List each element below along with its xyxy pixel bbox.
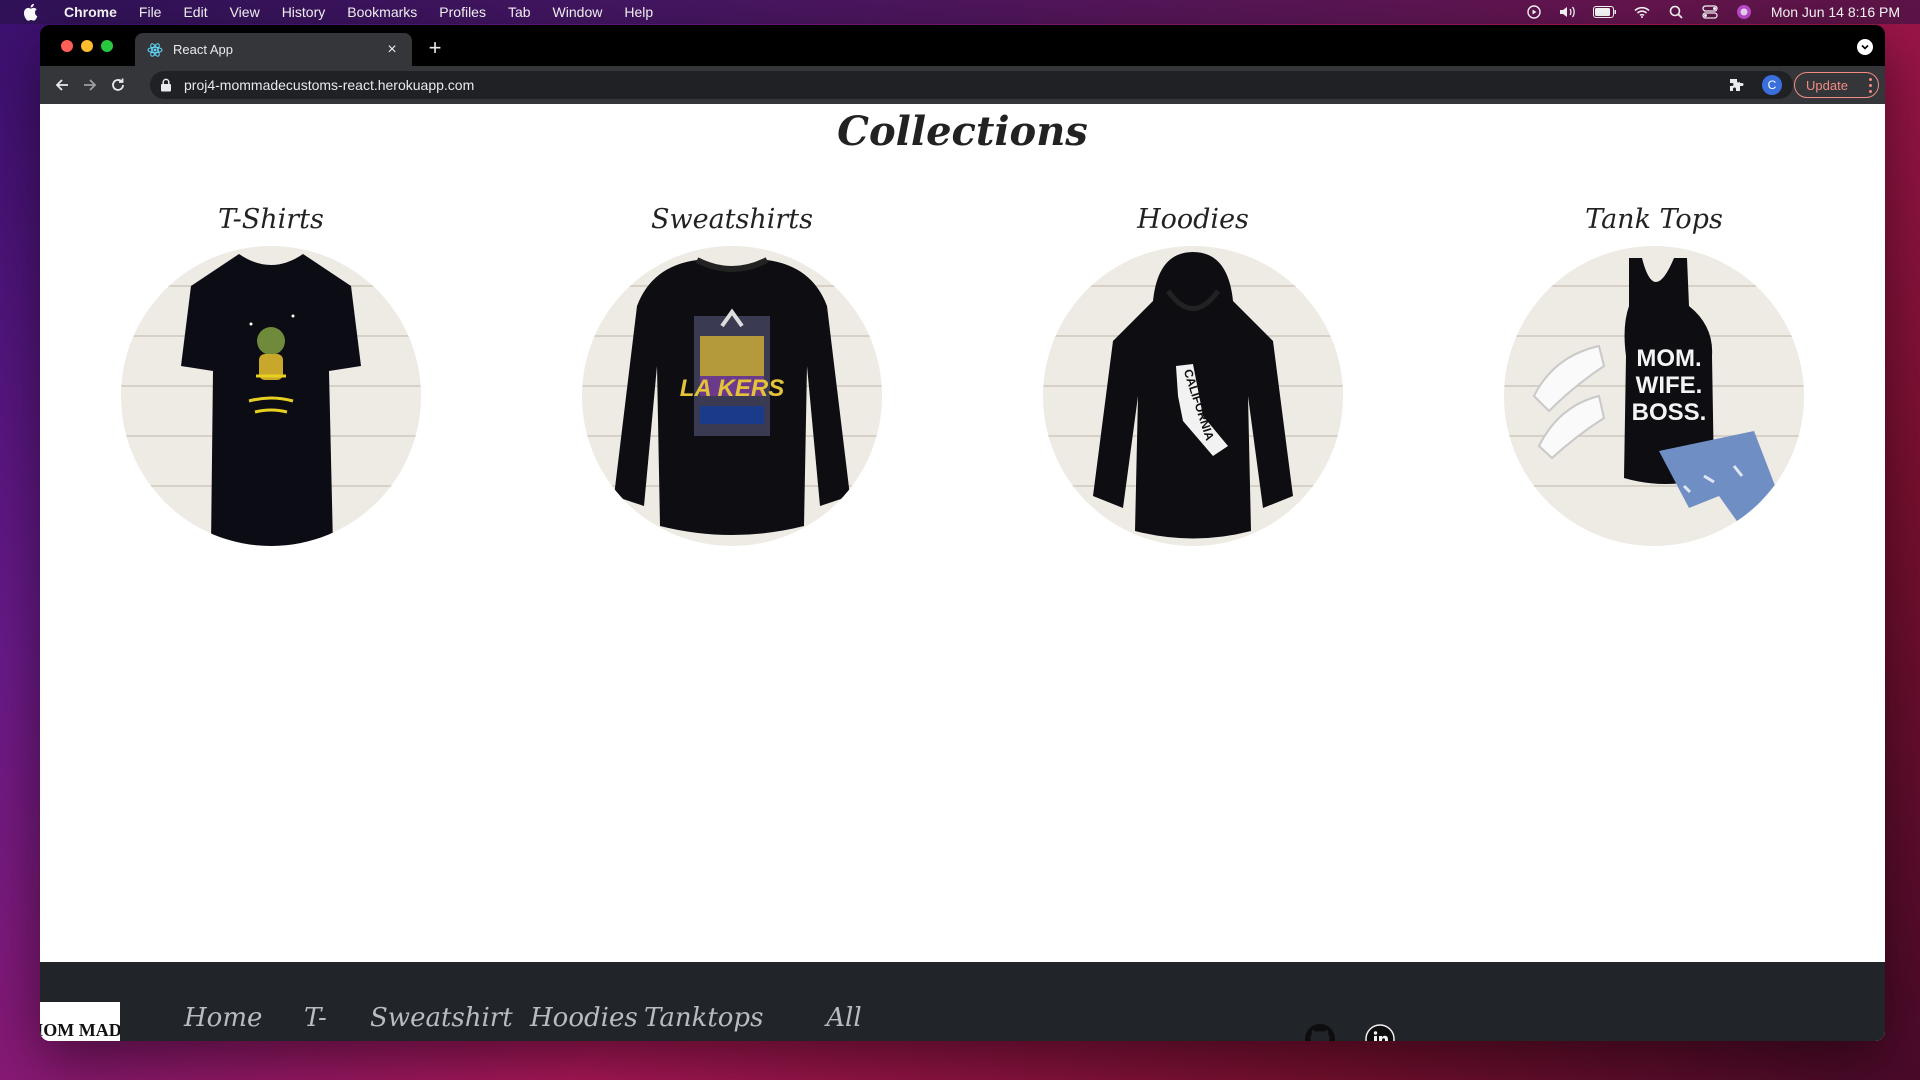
menu-bookmarks[interactable]: Bookmarks	[347, 4, 417, 20]
site-footer: MOM MADE Home T-Shirts Sweatshirts Hoodi…	[40, 962, 1885, 1041]
lock-icon[interactable]	[160, 78, 174, 92]
menu-app-name[interactable]: Chrome	[64, 4, 117, 20]
browser-toolbar: proj4-mommadecustoms-react.herokuapp.com…	[40, 66, 1885, 104]
mom-made-logo[interactable]: MOM MADE	[40, 1002, 120, 1041]
forward-arrow-icon[interactable]	[76, 71, 104, 99]
react-favicon-icon	[147, 42, 163, 58]
more-menu-icon[interactable]	[1868, 76, 1872, 94]
footer-link-sweatshirts[interactable]: Sweatshirts	[370, 996, 520, 1041]
collection-card-sweatshirts[interactable]: Sweatshirts LA KERS	[582, 204, 882, 546]
menu-edit[interactable]: Edit	[183, 4, 207, 20]
url-text[interactable]: proj4-mommadecustoms-react.herokuapp.com	[184, 77, 1763, 93]
collection-title[interactable]: Hoodies	[1043, 204, 1343, 244]
menu-clock[interactable]: Mon Jun 14 8:16 PM	[1771, 4, 1900, 20]
tab-search-icon[interactable]	[1857, 39, 1873, 55]
menu-profiles[interactable]: Profiles	[439, 4, 486, 20]
hoodie-image[interactable]: CALIFORNIA	[1043, 246, 1343, 546]
tab-strip: React App × +	[40, 25, 1885, 66]
battery-icon[interactable]	[1592, 4, 1617, 20]
footer-link-tshirts[interactable]: T-Shirts	[304, 996, 364, 1041]
footer-link-hoodies[interactable]: Hoodies	[530, 996, 640, 1040]
linkedin-icon[interactable]	[1365, 1024, 1395, 1041]
apple-icon[interactable]	[22, 3, 38, 21]
control-center-icon[interactable]	[1701, 4, 1719, 20]
github-icon[interactable]	[1305, 1024, 1335, 1041]
footer-link-home[interactable]: Home	[184, 996, 274, 1040]
address-bar[interactable]: proj4-mommadecustoms-react.herokuapp.com	[150, 71, 1793, 99]
wifi-icon[interactable]	[1633, 4, 1651, 20]
tab-react-app[interactable]: React App ×	[135, 33, 412, 66]
collection-card-hoodies[interactable]: Hoodies CALIFORNIA	[1043, 204, 1343, 546]
back-arrow-icon[interactable]	[48, 71, 76, 99]
tab-close-icon[interactable]: ×	[384, 41, 400, 58]
profile-avatar[interactable]: C	[1762, 75, 1782, 95]
update-label: Update	[1806, 77, 1848, 93]
play-circle-icon[interactable]	[1525, 4, 1543, 20]
browser-window: React App × + proj4-mommadecustoms-react…	[40, 25, 1885, 1041]
sweatshirt-image[interactable]: LA KERS	[582, 246, 882, 546]
tank-text-boss: BOSS.	[1632, 399, 1707, 426]
window-maximize-button[interactable]	[101, 40, 113, 52]
collection-card-tank-tops[interactable]: Tank Tops MOM. WIFE. BOSS.	[1504, 204, 1804, 546]
menu-window[interactable]: Window	[553, 4, 603, 20]
menu-help[interactable]: Help	[624, 4, 653, 20]
collection-card-tshirts[interactable]: T-Shirts	[121, 204, 421, 546]
menu-view[interactable]: View	[230, 4, 260, 20]
extensions-puzzle-icon[interactable]	[1728, 77, 1746, 95]
footer-nav: Home T-Shirts Sweatshirts Hoodies Tankto…	[140, 996, 904, 1041]
collection-title[interactable]: Tank Tops	[1504, 204, 1804, 244]
lakers-graphic-text: LA KERS	[680, 375, 784, 402]
collection-title[interactable]: Sweatshirts	[582, 204, 882, 244]
window-close-button[interactable]	[61, 40, 73, 52]
window-minimize-button[interactable]	[81, 40, 93, 52]
siri-icon[interactable]	[1735, 4, 1753, 20]
menu-tab[interactable]: Tab	[508, 4, 531, 20]
page-title: Collections	[837, 108, 1088, 155]
tank-top-image[interactable]: MOM. WIFE. BOSS.	[1504, 246, 1804, 546]
tshirt-image[interactable]	[121, 246, 421, 546]
page-viewport: Collections T-Shirts Sweatshirts LA KERS…	[40, 104, 1885, 1041]
footer-link-all-products[interactable]: All Products	[784, 996, 904, 1041]
footer-link-tanktops[interactable]: Tanktops	[644, 996, 774, 1040]
window-controls	[61, 40, 113, 52]
spotlight-search-icon[interactable]	[1667, 4, 1685, 20]
tank-text-mom: MOM.	[1636, 345, 1701, 372]
update-button[interactable]: Update	[1794, 72, 1879, 98]
menu-file[interactable]: File	[139, 4, 162, 20]
new-tab-button[interactable]: +	[423, 37, 447, 61]
reload-icon[interactable]	[104, 71, 132, 99]
volume-icon[interactable]	[1559, 4, 1577, 20]
tank-text-wife: WIFE.	[1636, 372, 1703, 399]
tab-title: React App	[173, 42, 233, 57]
collection-title[interactable]: T-Shirts	[121, 204, 421, 244]
macos-menu-bar: Chrome File Edit View History Bookmarks …	[0, 0, 1920, 24]
logo-text: MOM MADE	[40, 1020, 120, 1040]
menu-history[interactable]: History	[282, 4, 326, 20]
